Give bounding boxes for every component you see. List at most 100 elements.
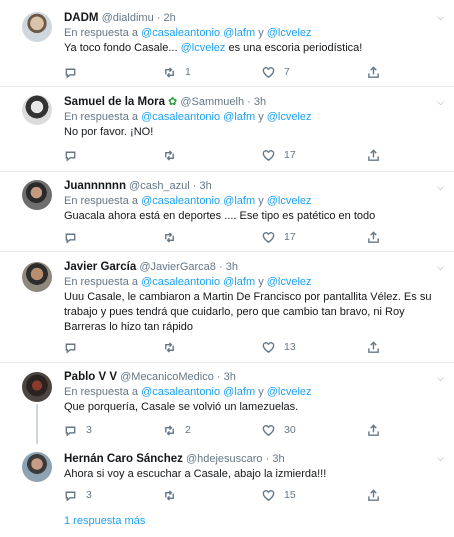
reply-context: En respuesta a @casaleantonio @lafm y @l… (64, 111, 312, 123)
like-button[interactable]: 7 (262, 65, 290, 79)
chevron-down-icon[interactable]: ⌵ (437, 453, 444, 464)
share-button[interactable] (367, 423, 380, 437)
chevron-down-icon[interactable]: ⌵ (437, 262, 444, 273)
timestamp[interactable]: 2h (164, 12, 176, 24)
heart-icon (262, 149, 275, 161)
retweet-icon (165, 424, 174, 436)
timestamp[interactable]: 3h (272, 453, 284, 465)
chevron-down-icon[interactable]: ⌵ (437, 97, 444, 108)
tweet[interactable]: ⌵ Samuel de la Mora ✿ @Sammuelh · 3h En … (0, 87, 454, 172)
share-button[interactable] (367, 488, 380, 502)
reply-button[interactable] (64, 148, 86, 162)
reply-context: En respuesta a @casaleantonio @lafm y @l… (64, 195, 312, 207)
like-button[interactable]: 30 (262, 423, 296, 437)
avatar[interactable] (22, 180, 52, 210)
like-count: 7 (284, 66, 290, 78)
share-button[interactable] (367, 148, 380, 162)
reply-button[interactable] (64, 340, 86, 354)
display-name[interactable]: DADM (64, 12, 99, 24)
retweet-button[interactable] (163, 488, 185, 502)
timestamp[interactable]: 3h (254, 96, 266, 108)
retweet-button[interactable] (163, 148, 185, 162)
mention-link[interactable]: @casaleantonio @lafm (141, 195, 255, 207)
like-button[interactable]: 13 (262, 340, 296, 354)
mention-link[interactable]: @lcvelez (267, 386, 312, 398)
retweet-button[interactable] (163, 340, 185, 354)
share-button[interactable] (367, 230, 380, 244)
mention-link[interactable]: @casaleantonio @lafm (141, 111, 255, 123)
tweet-text: Que porquería, Casale se volvió un lamez… (64, 401, 299, 413)
avatar[interactable] (22, 95, 52, 125)
mention-link[interactable]: @casaleantonio @lafm (141, 27, 255, 39)
timestamp[interactable]: 3h (224, 371, 236, 383)
user-handle[interactable]: @hdejesuscaro (186, 453, 263, 465)
tweet[interactable]: ⌵ Pablo V V @MecanicoMedico · 3h En resp… (0, 363, 454, 444)
mention-link[interactable]: @casaleantonio @lafm (141, 386, 255, 398)
share-button[interactable] (367, 340, 380, 354)
avatar[interactable] (22, 452, 52, 482)
timestamp[interactable]: 3h (200, 180, 212, 192)
share-icon (368, 423, 379, 436)
avatar[interactable] (22, 372, 52, 402)
share-button[interactable] (367, 65, 380, 79)
retweet-button[interactable]: 2 (163, 423, 191, 437)
display-name[interactable]: Javier García (64, 261, 136, 273)
mention-link[interactable]: @lcvelez (181, 42, 226, 54)
reply-context: En respuesta a @casaleantonio @lafm y @l… (64, 386, 312, 398)
heart-icon (262, 424, 275, 436)
tweet[interactable]: ⌵ DADM @dialdimu · 2h En respuesta a @ca… (0, 0, 454, 87)
user-handle[interactable]: @cash_azul (129, 180, 190, 192)
tweet-text-line: Barreras lo hizo tan rápido (64, 321, 194, 333)
like-count: 13 (284, 341, 296, 353)
tweet-header: Javier García @JavierGarca8 · 3h (64, 261, 238, 273)
mention-link[interactable]: @casaleantonio @lafm (141, 276, 255, 288)
tweet-header: Hernán Caro Sánchez @hdejesuscaro · 3h (64, 453, 285, 465)
chevron-down-icon[interactable]: ⌵ (437, 373, 444, 384)
reply-icon (65, 426, 76, 437)
mention-link[interactable]: @lcvelez (267, 276, 312, 288)
retweet-icon (165, 231, 174, 243)
heart-icon (262, 341, 275, 353)
tweet[interactable]: ⌵ Javier García @JavierGarca8 · 3h En re… (0, 252, 454, 363)
plant-emoji-icon: ✿ (168, 96, 178, 108)
chevron-down-icon[interactable]: ⌵ (437, 12, 444, 23)
reply-button[interactable]: 3 (64, 488, 92, 502)
user-handle[interactable]: @MecanicoMedico (120, 371, 214, 383)
mention-link[interactable]: @lcvelez (267, 27, 312, 39)
like-count: 17 (284, 231, 296, 243)
mention-link[interactable]: @lcvelez (267, 111, 312, 123)
tweet[interactable]: ⌵ Hernán Caro Sánchez @hdejesuscaro · 3h… (0, 444, 454, 537)
tweet-text-line: trabajo y pues tendrá que cuidarlo, pero… (64, 306, 405, 318)
tweet-actions: 3 2 30 (64, 423, 394, 437)
tweet-text: Guacala ahora está en deportes .... Ese … (64, 210, 376, 222)
like-button[interactable]: 17 (262, 230, 296, 244)
retweet-icon (165, 149, 174, 161)
mention-link[interactable]: @lcvelez (267, 195, 312, 207)
like-button[interactable]: 15 (262, 488, 296, 502)
avatar[interactable] (22, 12, 52, 42)
chevron-down-icon[interactable]: ⌵ (437, 182, 444, 193)
avatar[interactable] (22, 262, 52, 292)
tweet[interactable]: ⌵ Juannnnnn @cash_azul · 3h En respuesta… (0, 172, 454, 252)
tweet-actions: 3 15 (64, 488, 394, 502)
reply-button[interactable]: 3 (64, 423, 92, 437)
retweet-button[interactable]: 1 (163, 65, 191, 79)
reply-context: En respuesta a @casaleantonio @lafm y @l… (64, 276, 312, 288)
user-handle[interactable]: @dialdimu (102, 12, 154, 24)
user-handle[interactable]: @Sammuelh (180, 96, 244, 108)
display-name[interactable]: Hernán Caro Sánchez (64, 453, 183, 465)
like-button[interactable]: 17 (262, 148, 296, 162)
display-name[interactable]: Pablo V V (64, 371, 117, 383)
tweet-actions: 1 7 (64, 65, 394, 79)
display-name[interactable]: Samuel de la Mora (64, 96, 165, 108)
share-icon (368, 340, 379, 353)
retweet-icon (165, 66, 174, 78)
reply-button[interactable] (64, 230, 86, 244)
show-more-replies-link[interactable]: 1 respuesta más (64, 515, 145, 527)
reply-button[interactable] (64, 65, 86, 79)
timestamp[interactable]: 3h (226, 261, 238, 273)
tweet-text: Ya toco fondo Casale... @lcvelez es una … (64, 42, 363, 54)
display-name[interactable]: Juannnnnn (64, 180, 126, 192)
user-handle[interactable]: @JavierGarca8 (139, 261, 216, 273)
retweet-button[interactable] (163, 230, 185, 244)
